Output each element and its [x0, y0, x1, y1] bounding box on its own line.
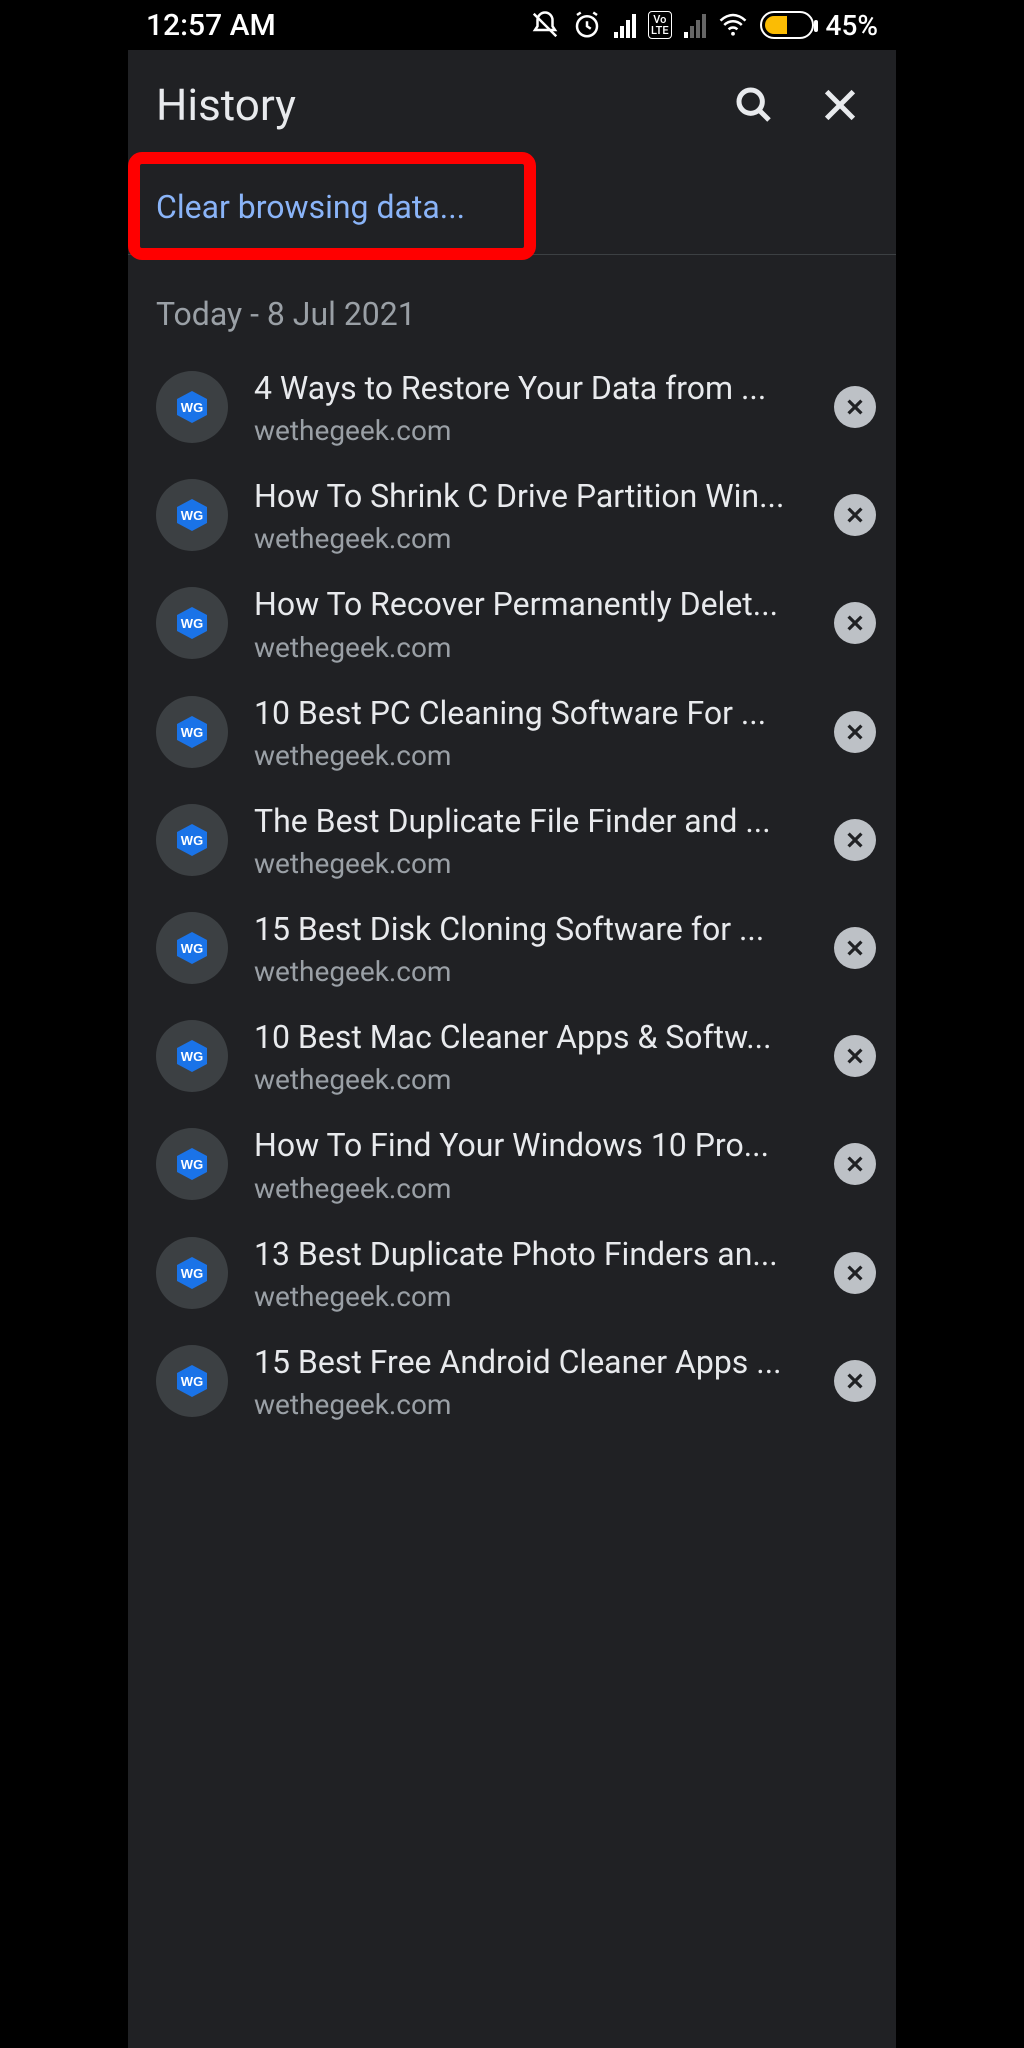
- history-item-text: How To Find Your Windows 10 Pro... wethe…: [254, 1124, 808, 1204]
- delete-history-item-button[interactable]: [834, 494, 876, 536]
- signal-sim1-icon: [614, 12, 636, 38]
- battery-icon: [760, 11, 814, 39]
- favicon: WG: [156, 1020, 228, 1092]
- svg-text:WG: WG: [181, 616, 203, 631]
- delete-history-item-button[interactable]: [834, 386, 876, 428]
- history-item[interactable]: WG How To Find Your Windows 10 Pro... we…: [128, 1110, 896, 1218]
- svg-text:WG: WG: [181, 1266, 203, 1281]
- favicon: WG: [156, 696, 228, 768]
- history-item-domain: wethegeek.com: [254, 847, 808, 880]
- history-item-domain: wethegeek.com: [254, 1280, 808, 1313]
- history-item-text: The Best Duplicate File Finder and ... w…: [254, 800, 808, 880]
- favicon: WG: [156, 1237, 228, 1309]
- history-item-text: How To Shrink C Drive Partition Win... w…: [254, 475, 808, 555]
- close-icon: [820, 85, 860, 125]
- clock: 12:57 AM: [146, 8, 276, 43]
- status-bar: 12:57 AM VoLTE 45%: [128, 0, 896, 50]
- delete-history-item-button[interactable]: [834, 819, 876, 861]
- delete-history-item-button[interactable]: [834, 602, 876, 644]
- favicon: WG: [156, 1345, 228, 1417]
- favicon: WG: [156, 479, 228, 551]
- history-item-text: 10 Best PC Cleaning Software For ... wet…: [254, 692, 808, 772]
- search-icon: [734, 85, 774, 125]
- favicon: WG: [156, 1128, 228, 1200]
- delete-history-item-button[interactable]: [834, 1252, 876, 1294]
- history-item-title: 13 Best Duplicate Photo Finders an...: [254, 1233, 808, 1276]
- date-header: Today - 8 Jul 2021: [128, 255, 896, 353]
- search-button[interactable]: [726, 77, 782, 133]
- history-item-title: The Best Duplicate File Finder and ...: [254, 800, 808, 843]
- history-item-title: How To Recover Permanently Delet...: [254, 583, 808, 626]
- history-item-text: 10 Best Mac Cleaner Apps & Softw... weth…: [254, 1016, 808, 1096]
- notifications-off-icon: [530, 10, 560, 40]
- page-title: History: [156, 79, 696, 131]
- svg-text:WG: WG: [181, 833, 203, 848]
- history-item-title: 10 Best Mac Cleaner Apps & Softw...: [254, 1016, 808, 1059]
- volte-icon: VoLTE: [648, 11, 672, 39]
- history-item-domain: wethegeek.com: [254, 631, 808, 664]
- history-item[interactable]: WG 13 Best Duplicate Photo Finders an...…: [128, 1219, 896, 1327]
- history-item-title: 15 Best Disk Cloning Software for ...: [254, 908, 808, 951]
- favicon: WG: [156, 912, 228, 984]
- delete-history-item-button[interactable]: [834, 711, 876, 753]
- history-item-title: 4 Ways to Restore Your Data from ...: [254, 367, 808, 410]
- history-item-title: How To Shrink C Drive Partition Win...: [254, 475, 808, 518]
- svg-text:WG: WG: [181, 508, 203, 523]
- history-item[interactable]: WG 10 Best Mac Cleaner Apps & Softw... w…: [128, 1002, 896, 1110]
- history-item-title: How To Find Your Windows 10 Pro...: [254, 1124, 808, 1167]
- history-item-domain: wethegeek.com: [254, 955, 808, 988]
- history-item-text: 15 Best Disk Cloning Software for ... we…: [254, 908, 808, 988]
- delete-history-item-button[interactable]: [834, 1143, 876, 1185]
- close-button[interactable]: [812, 77, 868, 133]
- history-item-domain: wethegeek.com: [254, 1172, 808, 1205]
- delete-history-item-button[interactable]: [834, 1360, 876, 1402]
- history-item[interactable]: WG How To Recover Permanently Delet... w…: [128, 569, 896, 677]
- history-item[interactable]: WG 10 Best PC Cleaning Software For ... …: [128, 678, 896, 786]
- favicon: WG: [156, 804, 228, 876]
- history-item[interactable]: WG The Best Duplicate File Finder and ..…: [128, 786, 896, 894]
- clear-browsing-data-button[interactable]: Clear browsing data...: [128, 160, 493, 254]
- svg-text:WG: WG: [181, 941, 203, 956]
- status-icons: VoLTE 45%: [530, 9, 878, 42]
- delete-history-item-button[interactable]: [834, 1035, 876, 1077]
- clear-data-row: Clear browsing data...: [128, 160, 896, 255]
- history-item[interactable]: WG How To Shrink C Drive Partition Win..…: [128, 461, 896, 569]
- history-list: WG 4 Ways to Restore Your Data from ... …: [128, 353, 896, 1435]
- history-item-text: 15 Best Free Android Cleaner Apps ... we…: [254, 1341, 808, 1421]
- svg-text:WG: WG: [181, 400, 203, 415]
- svg-text:WG: WG: [181, 1049, 203, 1064]
- favicon: WG: [156, 371, 228, 443]
- app-header: History: [128, 50, 896, 160]
- history-item-domain: wethegeek.com: [254, 414, 808, 447]
- signal-sim2-icon: [684, 12, 706, 38]
- alarm-icon: [572, 10, 602, 40]
- battery-percent: 45%: [826, 9, 878, 42]
- history-item-text: How To Recover Permanently Delet... weth…: [254, 583, 808, 663]
- history-item-title: 15 Best Free Android Cleaner Apps ...: [254, 1341, 808, 1384]
- history-item[interactable]: WG 4 Ways to Restore Your Data from ... …: [128, 353, 896, 461]
- wifi-icon: [718, 10, 748, 40]
- svg-text:WG: WG: [181, 1157, 203, 1172]
- svg-text:WG: WG: [181, 1374, 203, 1389]
- history-item-domain: wethegeek.com: [254, 1388, 808, 1421]
- history-item-text: 13 Best Duplicate Photo Finders an... we…: [254, 1233, 808, 1313]
- history-item-domain: wethegeek.com: [254, 1063, 808, 1096]
- history-item[interactable]: WG 15 Best Free Android Cleaner Apps ...…: [128, 1327, 896, 1435]
- history-item-domain: wethegeek.com: [254, 522, 808, 555]
- history-item[interactable]: WG 15 Best Disk Cloning Software for ...…: [128, 894, 896, 1002]
- history-item-text: 4 Ways to Restore Your Data from ... wet…: [254, 367, 808, 447]
- svg-text:WG: WG: [181, 725, 203, 740]
- favicon: WG: [156, 587, 228, 659]
- history-item-domain: wethegeek.com: [254, 739, 808, 772]
- history-item-title: 10 Best PC Cleaning Software For ...: [254, 692, 808, 735]
- delete-history-item-button[interactable]: [834, 927, 876, 969]
